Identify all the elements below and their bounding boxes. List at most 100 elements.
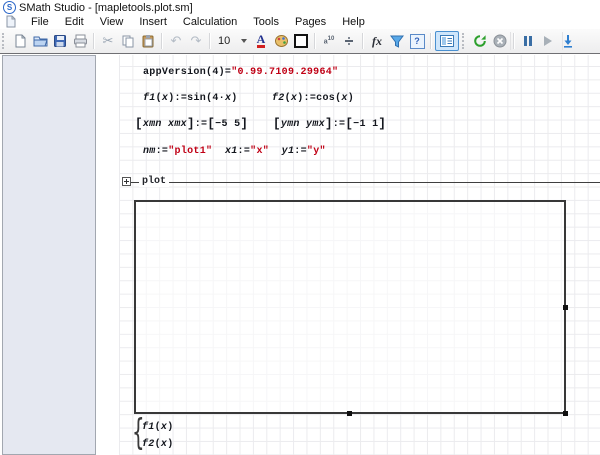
pause-icon bbox=[524, 36, 532, 46]
exponent-icon: a10 bbox=[324, 36, 335, 45]
math-segment: −5 5 bbox=[215, 119, 240, 130]
plot-region[interactable] bbox=[134, 200, 566, 414]
side-panel-toggle-button[interactable] bbox=[435, 31, 459, 51]
copy-button[interactable] bbox=[118, 31, 138, 51]
printer-icon bbox=[73, 34, 88, 48]
math-segment: f2 bbox=[142, 439, 155, 450]
region-collapse-toggle[interactable] bbox=[122, 177, 131, 186]
font-color-icon: A bbox=[257, 34, 266, 48]
clipboard-icon bbox=[141, 34, 155, 48]
smath-logo-icon: S bbox=[3, 1, 16, 14]
font-size-value: 10 bbox=[218, 35, 234, 47]
math-segment: 4· bbox=[212, 93, 225, 104]
math-segment: "x" bbox=[250, 146, 269, 157]
save-button[interactable] bbox=[50, 31, 70, 51]
undo-arrow-icon: ↶ bbox=[171, 34, 182, 49]
scientific-notation-button[interactable]: a10 bbox=[319, 31, 339, 51]
cut-button[interactable]: ✂ bbox=[98, 31, 118, 51]
menu-edit[interactable]: Edit bbox=[57, 16, 92, 28]
math-segment: ] bbox=[378, 117, 386, 131]
interrupt-button[interactable] bbox=[490, 31, 510, 51]
math-segment: := bbox=[195, 119, 208, 130]
math-segment: cos bbox=[316, 93, 335, 104]
math-segment: "plot1" bbox=[168, 146, 212, 157]
math-segment: xmn bbox=[143, 119, 162, 130]
menu-tools[interactable]: Tools bbox=[245, 16, 287, 28]
math-segment: ) bbox=[167, 439, 173, 450]
plot-function-f2[interactable]: f2(x) bbox=[142, 438, 174, 451]
font-color-button[interactable]: A bbox=[251, 31, 271, 51]
menu-file[interactable]: File bbox=[23, 16, 57, 28]
side-panel bbox=[2, 55, 96, 455]
math-segment: [ bbox=[273, 117, 281, 131]
math-plot-names[interactable]: nm:="plot1" x1:="x" y1:="y" bbox=[143, 145, 326, 158]
fraction-icon bbox=[345, 36, 353, 46]
new-button[interactable] bbox=[10, 31, 30, 51]
menu-insert[interactable]: Insert bbox=[131, 16, 175, 28]
menu-calculation[interactable]: Calculation bbox=[175, 16, 245, 28]
filter-button[interactable] bbox=[387, 31, 407, 51]
chevron-down-icon bbox=[241, 39, 247, 43]
math-segment: f1 bbox=[143, 93, 156, 104]
menu-pages[interactable]: Pages bbox=[287, 16, 334, 28]
math-f2-definition[interactable]: f2(x):=cos(x) bbox=[272, 92, 354, 105]
math-appversion[interactable]: appVersion(4)="0.99.7109.29964" bbox=[143, 66, 338, 79]
math-segment: nm bbox=[143, 146, 156, 157]
math-segment: ] bbox=[187, 117, 195, 131]
pause-button[interactable] bbox=[518, 31, 538, 51]
toolbar-separator bbox=[510, 32, 511, 50]
math-segment: (4) bbox=[206, 67, 225, 78]
toolbar-separator bbox=[93, 33, 95, 49]
title-bar: S SMath Studio - [mapletools.plot.sm] bbox=[0, 0, 600, 14]
math-segment: f1 bbox=[142, 422, 155, 433]
toolbar-grip[interactable] bbox=[462, 33, 467, 49]
show-borders-button[interactable] bbox=[291, 31, 311, 51]
paste-button[interactable] bbox=[138, 31, 158, 51]
toolbar-separator bbox=[209, 33, 211, 49]
resize-handle-corner[interactable] bbox=[563, 411, 568, 416]
worksheet-canvas[interactable]: appVersion(4)="0.99.7109.29964" f1(x):=s… bbox=[97, 55, 600, 455]
document-icon bbox=[5, 15, 17, 28]
math-y-range[interactable]: [ymn ymx]:=[−1 1] bbox=[273, 118, 386, 131]
funnel-icon bbox=[390, 35, 404, 48]
open-button[interactable] bbox=[30, 31, 50, 51]
math-segment: ymn bbox=[281, 119, 300, 130]
redo-button[interactable]: ↷ bbox=[186, 31, 206, 51]
math-segment: xmx bbox=[168, 119, 187, 130]
arrow-down-icon bbox=[562, 34, 574, 48]
menu-help[interactable]: Help bbox=[334, 16, 373, 28]
math-f1-definition[interactable]: f1(x):=sin(4·x) bbox=[143, 92, 238, 105]
math-segment: −1 1 bbox=[353, 119, 378, 130]
resize-handle-bottom[interactable] bbox=[347, 411, 352, 416]
content-area: appVersion(4)="0.99.7109.29964" f1(x):=s… bbox=[0, 53, 600, 455]
background-color-button[interactable] bbox=[271, 31, 291, 51]
run-button[interactable] bbox=[538, 31, 558, 51]
step-button[interactable] bbox=[558, 31, 578, 51]
math-segment: "0.99.7109.29964" bbox=[231, 67, 338, 78]
fraction-view-button[interactable] bbox=[339, 31, 359, 51]
toolbar-separator bbox=[430, 33, 432, 49]
math-segment: := bbox=[156, 146, 169, 157]
panel-list-icon bbox=[440, 35, 454, 47]
region-label[interactable]: plot bbox=[139, 176, 169, 187]
menu-view[interactable]: View bbox=[92, 16, 132, 28]
font-size-combo[interactable]: 10 bbox=[216, 35, 249, 47]
new-document-icon bbox=[13, 34, 27, 48]
copy-pages-icon bbox=[121, 34, 135, 48]
dynamic-assistance-button[interactable]: ? bbox=[407, 31, 427, 51]
plot-function-f1[interactable]: f1(x) bbox=[142, 421, 174, 434]
math-segment: "y" bbox=[307, 146, 326, 157]
math-segment: ] bbox=[240, 117, 248, 131]
print-button[interactable] bbox=[70, 31, 90, 51]
recalculate-button[interactable] bbox=[470, 31, 490, 51]
math-segment: sin bbox=[187, 93, 206, 104]
math-segment: appVersion bbox=[143, 67, 206, 78]
toolbar-grip[interactable] bbox=[2, 33, 7, 49]
toolbar-separator bbox=[161, 33, 163, 49]
palette-icon bbox=[274, 34, 289, 48]
math-segment: := bbox=[304, 93, 317, 104]
math-x-range[interactable]: [xmn xmx]:=[−5 5] bbox=[135, 118, 248, 131]
resize-handle-right[interactable] bbox=[563, 305, 568, 310]
undo-button[interactable]: ↶ bbox=[166, 31, 186, 51]
insert-function-button[interactable]: fx bbox=[367, 31, 387, 51]
